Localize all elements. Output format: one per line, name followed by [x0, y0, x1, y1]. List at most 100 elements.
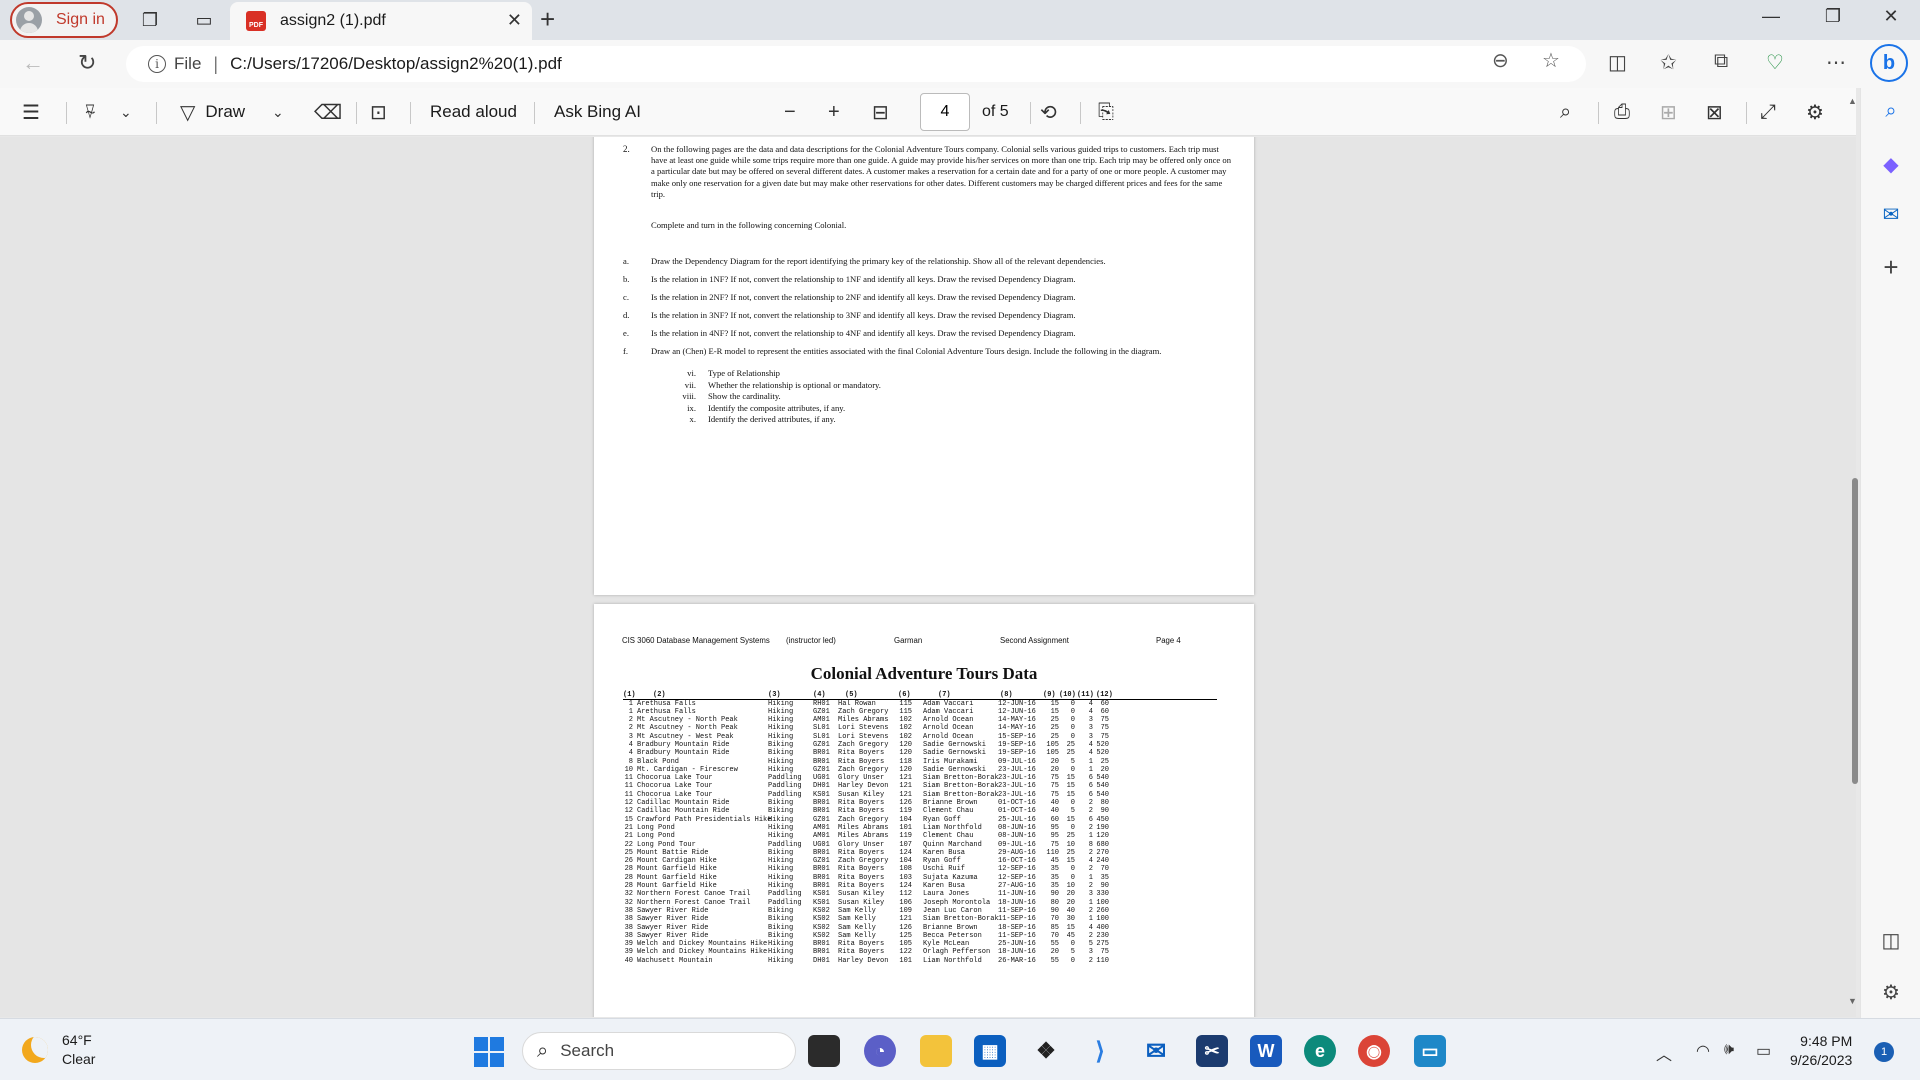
- table-cell: 11: [624, 790, 633, 799]
- ask-bing-ai-button[interactable]: Ask Bing AI: [554, 88, 641, 136]
- table-cell: 21: [624, 823, 633, 832]
- file-label: File: [174, 54, 202, 73]
- draw-dropdown-icon[interactable]: ⌄: [272, 88, 284, 136]
- weather-widget[interactable]: 64°F Clear: [22, 1031, 95, 1069]
- search-icon[interactable]: ⌕: [1861, 100, 1920, 123]
- favorite-star-icon[interactable]: ☆: [1542, 48, 1560, 73]
- minimize-icon[interactable]: —: [1748, 6, 1794, 27]
- table-cell: 25: [1066, 848, 1075, 857]
- start-windows-icon[interactable]: [474, 1037, 504, 1067]
- read-aloud-button[interactable]: Read aloud: [430, 88, 517, 136]
- scroll-up-icon[interactable]: ▲: [1848, 96, 1857, 106]
- store-icon[interactable]: ▦: [974, 1035, 1006, 1067]
- table-cell: 121: [899, 790, 912, 799]
- remote-desktop-icon[interactable]: ▭: [1414, 1035, 1446, 1067]
- table-cell: Zach Gregory: [838, 857, 889, 866]
- table-cell: Hiking: [768, 707, 794, 716]
- snipping-tool-icon[interactable]: ✂: [1196, 1035, 1228, 1067]
- mail-icon[interactable]: ✉: [1140, 1035, 1172, 1067]
- chrome-icon[interactable]: ◉: [1358, 1035, 1390, 1067]
- fit-page-icon[interactable]: ⊟: [872, 88, 889, 136]
- table-cell: 15: [1066, 923, 1075, 932]
- scroll-down-icon[interactable]: ▼: [1848, 996, 1857, 1006]
- restore-icon[interactable]: ❐: [1810, 6, 1856, 27]
- close-window-icon[interactable]: ✕: [1868, 6, 1914, 27]
- table-cell: Arethusa Falls: [637, 707, 696, 716]
- close-tab-icon[interactable]: ✕: [507, 10, 522, 31]
- add-text-icon[interactable]: ⊡: [370, 88, 387, 136]
- zoom-out-icon[interactable]: −: [784, 88, 796, 136]
- sidebar-settings-icon[interactable]: ⚙: [1861, 980, 1920, 1005]
- notification-badge[interactable]: 1: [1874, 1042, 1894, 1062]
- fullscreen-icon[interactable]: ⤢: [1760, 88, 1776, 136]
- zoom-in-icon[interactable]: +: [828, 88, 840, 136]
- file-explorer-icon[interactable]: [920, 1035, 952, 1067]
- table-cell: 119: [899, 832, 912, 841]
- draw-button[interactable]: ▽ Draw: [180, 88, 245, 136]
- edge-browser-icon[interactable]: e: [1304, 1035, 1336, 1067]
- table-cell: Bradbury Mountain Ride: [637, 740, 730, 749]
- add-sidebar-app-icon[interactable]: +: [1861, 252, 1920, 283]
- table-cell: Miles Abrams: [838, 832, 889, 841]
- highlight-icon[interactable]: ⍫: [84, 88, 96, 136]
- table-row: 28 Mount Garfield Hike Hiking BR01 Rita Boye…: [623, 865, 1217, 873]
- volume-icon[interactable]: 🕪: [1724, 1041, 1734, 1059]
- table-cell: Laura Jones: [923, 890, 970, 899]
- scrollbar-thumb[interactable]: [1852, 478, 1858, 784]
- save-as-icon[interactable]: ⊠: [1706, 88, 1723, 136]
- save-icon[interactable]: ⊞: [1660, 88, 1677, 136]
- contents-icon[interactable]: ☰: [22, 88, 40, 136]
- tab-active[interactable]: PDF assign2 (1).pdf ✕: [230, 2, 532, 40]
- clock[interactable]: 9:48 PM 9/26/2023: [1790, 1032, 1852, 1070]
- battery-icon[interactable]: ▭: [1756, 1041, 1771, 1061]
- taskbar-search[interactable]: ⌕ Search: [522, 1032, 796, 1070]
- sub-item: viii. Show the cardinality.: [682, 391, 781, 402]
- vscode-icon[interactable]: ⟩: [1084, 1035, 1116, 1067]
- zoom-icon[interactable]: ⊖: [1492, 48, 1509, 73]
- search-document-icon[interactable]: ⌕: [1560, 88, 1571, 136]
- table-cell: 124: [899, 882, 912, 891]
- pdf-viewer[interactable]: 2. On the following pages are the data a…: [0, 137, 1856, 1017]
- settings-gear-icon[interactable]: ⚙: [1806, 88, 1824, 136]
- new-tab-icon[interactable]: +: [540, 4, 555, 35]
- site-info-icon[interactable]: i: [148, 55, 166, 73]
- table-cell: 0: [1070, 873, 1075, 882]
- workspaces-icon[interactable]: ❐: [136, 6, 164, 34]
- task-view-icon[interactable]: [808, 1035, 840, 1067]
- table-cell: 09-JUL-16: [998, 840, 1036, 849]
- dropbox-icon[interactable]: ❖: [1030, 1035, 1062, 1067]
- table-cell: Chocorua Lake Tour: [637, 774, 713, 783]
- url-field[interactable]: i File | C:/Users/17206/Desktop/assign2%…: [126, 46, 1586, 82]
- page-number-input[interactable]: 4: [920, 93, 970, 131]
- back-icon[interactable]: ←: [22, 50, 44, 76]
- highlight-dropdown-icon[interactable]: ⌄: [120, 88, 132, 136]
- eraser-icon[interactable]: ⌫: [314, 88, 342, 136]
- print-icon[interactable]: ⎙: [1614, 88, 1630, 136]
- browser-essentials-icon[interactable]: ♡: [1766, 50, 1784, 75]
- sign-in-button[interactable]: Sign in: [10, 2, 118, 38]
- shopping-icon[interactable]: ◆: [1861, 152, 1920, 177]
- table-cell: 121: [899, 915, 912, 924]
- collections-icon[interactable]: ⧉: [1714, 50, 1728, 73]
- table-cell: Hiking: [768, 940, 794, 949]
- refresh-icon[interactable]: ↻: [78, 50, 96, 76]
- more-menu-icon[interactable]: ⋯: [1826, 50, 1846, 75]
- wifi-icon[interactable]: ◠: [1696, 1041, 1710, 1061]
- outlook-icon[interactable]: ✉: [1861, 202, 1920, 227]
- table-cell: 109: [899, 906, 912, 915]
- table-cell: KS02: [813, 931, 830, 940]
- split-screen-icon[interactable]: ◫: [1608, 50, 1627, 75]
- hide-sidebar-icon[interactable]: ◫: [1861, 928, 1920, 953]
- table-cell: 90: [1100, 807, 1109, 816]
- table-cell: Northern Forest Canoe Trail: [637, 898, 751, 907]
- word-icon[interactable]: W: [1250, 1035, 1282, 1067]
- teams-chat-icon[interactable]: ◔: [864, 1035, 896, 1067]
- tab-actions-icon[interactable]: ▭: [190, 6, 218, 34]
- page-view-icon[interactable]: ⎘: [1098, 88, 1114, 136]
- show-hidden-icons[interactable]: ︿: [1656, 1041, 1672, 1065]
- table-row: 2 Mt Ascutney - North Peak Hiking AM01 Miles…: [623, 716, 1217, 724]
- rotate-icon[interactable]: ⟲: [1040, 88, 1057, 136]
- table-cell: 10: [1066, 840, 1075, 849]
- favorites-icon[interactable]: ✩: [1660, 50, 1677, 75]
- copilot-icon[interactable]: b: [1870, 44, 1908, 82]
